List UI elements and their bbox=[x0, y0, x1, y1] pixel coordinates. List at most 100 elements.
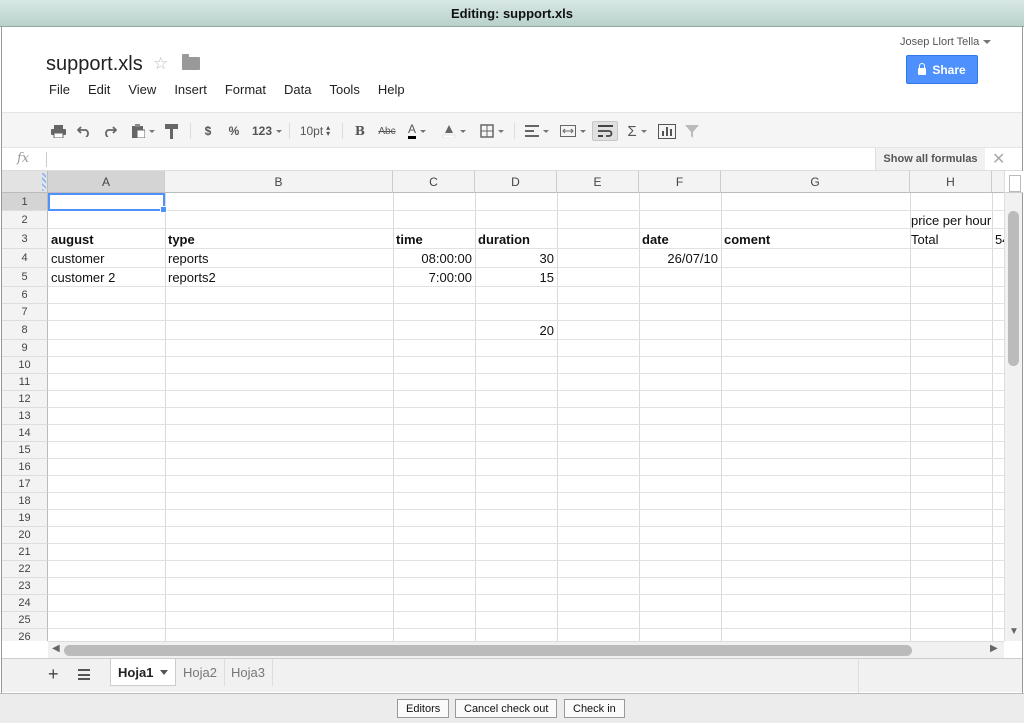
cell-i3[interactable]: 54 bbox=[992, 231, 1004, 248]
column-header-a[interactable]: A bbox=[48, 171, 165, 193]
menu-tools[interactable]: Tools bbox=[320, 82, 368, 100]
row-header-6[interactable]: 6 bbox=[2, 287, 48, 304]
editors-button[interactable]: Editors bbox=[397, 699, 450, 718]
row-header-14[interactable]: 14 bbox=[2, 425, 48, 442]
row-header-2[interactable]: 2 bbox=[2, 211, 48, 229]
close-icon[interactable]: ✕ bbox=[992, 149, 1005, 169]
strikethrough-button[interactable]: Abc bbox=[376, 121, 398, 141]
wrap-text-button[interactable] bbox=[592, 121, 618, 141]
column-header-b[interactable]: B bbox=[165, 171, 393, 193]
undo-icon[interactable] bbox=[76, 121, 92, 141]
scroll-down-icon[interactable]: ▼ bbox=[1009, 626, 1019, 637]
row-header-21[interactable]: 21 bbox=[2, 544, 48, 561]
horizontal-scroll-thumb[interactable] bbox=[64, 645, 912, 656]
show-all-formulas-button[interactable]: Show all formulas bbox=[875, 148, 985, 170]
row-header-13[interactable]: 13 bbox=[2, 408, 48, 425]
currency-format-button[interactable]: $ bbox=[201, 121, 215, 141]
more-formats-button[interactable]: 123 bbox=[250, 121, 284, 141]
bold-button[interactable]: B bbox=[353, 121, 367, 141]
align-button[interactable] bbox=[521, 121, 553, 141]
cell-h3[interactable]: Total bbox=[908, 231, 992, 248]
chevron-down-icon[interactable] bbox=[160, 669, 169, 675]
cell-a3[interactable]: august bbox=[48, 231, 165, 248]
menu-edit[interactable]: Edit bbox=[79, 82, 119, 100]
paste-icon[interactable] bbox=[128, 121, 158, 141]
fill-color-button[interactable] bbox=[439, 121, 469, 141]
cell-b5[interactable]: reports2 bbox=[165, 269, 393, 286]
menu-help[interactable]: Help bbox=[369, 82, 414, 100]
spreadsheet-grid[interactable]: A B C D E F G H 1 2 3 4 5 6 7 8 9 10 11 … bbox=[2, 171, 1004, 641]
cell-f4[interactable]: 26/07/10 bbox=[639, 250, 721, 267]
star-icon[interactable]: ☆ bbox=[153, 54, 168, 74]
formula-input[interactable] bbox=[50, 150, 870, 168]
insert-chart-button[interactable] bbox=[656, 121, 678, 141]
document-title[interactable]: support.xls bbox=[46, 53, 143, 76]
print-icon[interactable] bbox=[50, 121, 66, 141]
cell-c3[interactable]: time bbox=[393, 231, 475, 248]
menu-data[interactable]: Data bbox=[275, 82, 320, 100]
text-color-button[interactable]: A bbox=[401, 121, 433, 141]
row-header-7[interactable]: 7 bbox=[2, 304, 48, 321]
paint-format-icon[interactable] bbox=[164, 121, 180, 141]
row-header-17[interactable]: 17 bbox=[2, 476, 48, 493]
cell-d8[interactable]: 20 bbox=[475, 322, 557, 339]
cancel-check-out-button[interactable]: Cancel check out bbox=[455, 699, 558, 718]
cell-a4[interactable]: customer bbox=[48, 250, 165, 267]
row-header-11[interactable]: 11 bbox=[2, 374, 48, 391]
borders-button[interactable] bbox=[476, 121, 508, 141]
cell-f3[interactable]: date bbox=[639, 231, 721, 248]
row-header-25[interactable]: 25 bbox=[2, 612, 48, 629]
share-button[interactable]: Share bbox=[906, 55, 978, 84]
folder-icon[interactable] bbox=[182, 54, 200, 70]
row-header-24[interactable]: 24 bbox=[2, 595, 48, 612]
menu-format[interactable]: Format bbox=[216, 82, 275, 100]
cell-b3[interactable]: type bbox=[165, 231, 393, 248]
row-header-18[interactable]: 18 bbox=[2, 493, 48, 510]
row-header-19[interactable]: 19 bbox=[2, 510, 48, 527]
column-header-e[interactable]: E bbox=[557, 171, 639, 193]
row-header-4[interactable]: 4 bbox=[2, 249, 48, 268]
column-header-d[interactable]: D bbox=[475, 171, 557, 193]
column-header-i[interactable] bbox=[992, 171, 1004, 193]
cell-d5[interactable]: 15 bbox=[475, 269, 557, 286]
menu-insert[interactable]: Insert bbox=[165, 82, 216, 100]
row-header-9[interactable]: 9 bbox=[2, 340, 48, 357]
row-header-23[interactable]: 23 bbox=[2, 578, 48, 595]
sheet-list-icon[interactable] bbox=[78, 669, 90, 680]
row-header-12[interactable]: 12 bbox=[2, 391, 48, 408]
active-cell-a1[interactable] bbox=[48, 193, 167, 213]
vertical-scrollbar[interactable]: ▼ bbox=[1004, 171, 1023, 641]
row-header-16[interactable]: 16 bbox=[2, 459, 48, 476]
vertical-scroll-thumb[interactable] bbox=[1008, 211, 1019, 366]
row-header-15[interactable]: 15 bbox=[2, 442, 48, 459]
row-header-5[interactable]: 5 bbox=[2, 268, 48, 287]
percent-format-button[interactable]: % bbox=[227, 121, 241, 141]
row-header-10[interactable]: 10 bbox=[2, 357, 48, 374]
redo-icon[interactable] bbox=[102, 121, 118, 141]
cell-c4[interactable]: 08:00:00 bbox=[393, 250, 475, 267]
cell-d3[interactable]: duration bbox=[475, 231, 557, 248]
sheet-tab-hoja2[interactable]: Hoja2 bbox=[176, 659, 225, 686]
menu-view[interactable]: View bbox=[119, 82, 165, 100]
column-header-c[interactable]: C bbox=[393, 171, 475, 193]
horizontal-scrollbar[interactable]: ◀ ▶ bbox=[48, 641, 1004, 658]
column-header-g[interactable]: G bbox=[721, 171, 910, 193]
cell-h2[interactable]: price per hour bbox=[908, 212, 992, 229]
check-in-button[interactable]: Check in bbox=[564, 699, 625, 718]
font-size-select[interactable]: 10pt ▴ ▾ bbox=[296, 121, 334, 141]
user-account-menu[interactable]: Josep Llort Tella bbox=[900, 36, 992, 48]
row-header-26[interactable]: 26 bbox=[2, 629, 48, 641]
cell-g3[interactable]: coment bbox=[721, 231, 910, 248]
column-header-f[interactable]: F bbox=[639, 171, 721, 193]
scroll-right-icon[interactable]: ▶ bbox=[990, 643, 998, 654]
filter-icon[interactable] bbox=[683, 121, 701, 141]
sheet-tab-hoja1[interactable]: Hoja1 bbox=[110, 659, 177, 686]
column-header-h[interactable]: H bbox=[910, 171, 992, 193]
scroll-left-icon[interactable]: ◀ bbox=[52, 643, 60, 654]
cell-b4[interactable]: reports bbox=[165, 250, 393, 267]
row-header-3[interactable]: 3 bbox=[2, 229, 48, 249]
functions-button[interactable]: Σ bbox=[622, 121, 652, 141]
row-header-22[interactable]: 22 bbox=[2, 561, 48, 578]
add-sheet-icon[interactable]: + bbox=[48, 664, 59, 685]
merge-cells-button[interactable] bbox=[557, 121, 589, 141]
